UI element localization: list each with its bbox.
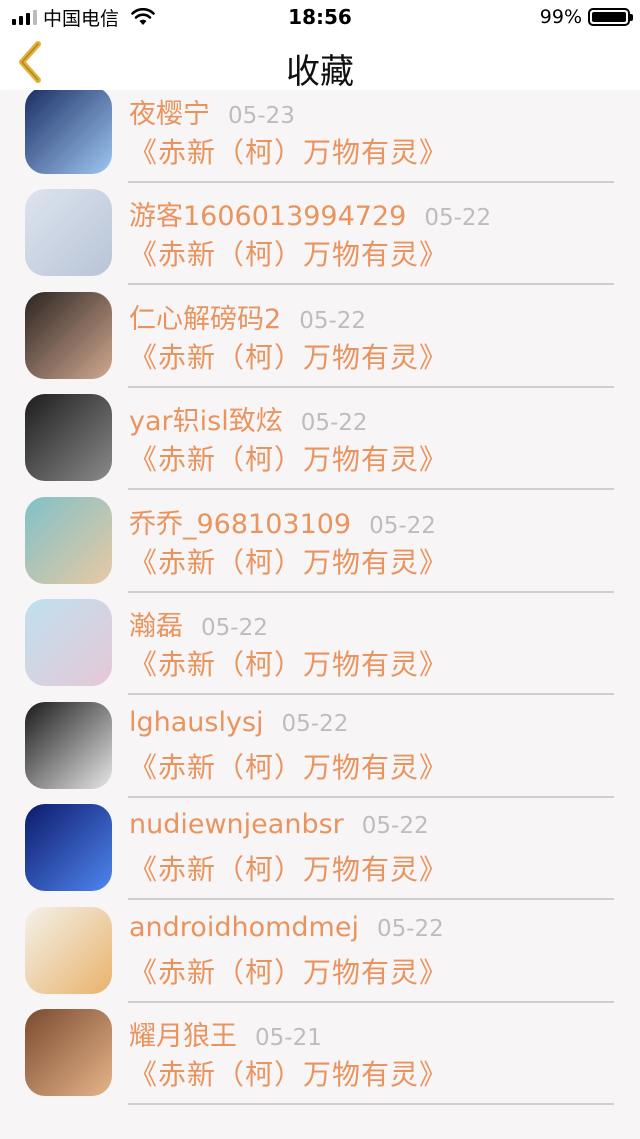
item-title[interactable]: 《赤新（柯）万物有灵》	[129, 131, 448, 171]
item-date: 05-22	[300, 410, 368, 436]
item-date: 05-22	[201, 615, 268, 641]
page-title: 收藏	[286, 52, 354, 92]
user-name[interactable]: 瀚磊	[129, 611, 183, 642]
avatar	[25, 496, 112, 584]
user-name[interactable]: lghauslysj	[129, 707, 264, 738]
item-header: lghauslysj 05-22	[129, 707, 348, 738]
avatar	[25, 291, 112, 379]
battery-icon	[588, 8, 633, 26]
user-name[interactable]: androidhomdmej	[129, 912, 359, 943]
avatar	[25, 1009, 112, 1096]
list-item[interactable]: 耀月狼王 05-21 《赤新（柯）万物有灵》	[0, 1001, 640, 1105]
list-item[interactable]: androidhomdmej 05-22 《赤新（柯）万物有灵》	[0, 899, 640, 1003]
item-header: 游客1606013994729 05-22	[129, 194, 491, 233]
user-name[interactable]: 仁心解磅码2	[129, 304, 281, 335]
row-divider	[128, 1103, 614, 1105]
item-date: 05-22	[424, 205, 492, 231]
item-header: 瀚磊 05-22	[129, 604, 268, 643]
avatar	[25, 394, 112, 481]
nav-bar: 收藏	[0, 34, 640, 92]
item-title[interactable]: 《赤新（柯）万物有灵》	[129, 336, 448, 376]
user-name[interactable]: 夜樱宁	[129, 99, 210, 130]
status-right: 99%	[539, 5, 633, 29]
avatar	[25, 906, 112, 994]
user-name[interactable]: 游客1606013994729	[129, 201, 406, 232]
item-header: 夜樱宁 05-23	[129, 92, 295, 131]
item-header: 仁心解磅码2 05-22	[129, 297, 366, 336]
avatar	[25, 189, 112, 276]
item-header: nudiewnjeanbsr 05-22	[129, 809, 429, 840]
item-date: 05-22	[299, 307, 367, 334]
item-date: 05-22	[281, 710, 349, 737]
item-date: 05-23	[228, 102, 295, 129]
item-title[interactable]: 《赤新（柯）万物有灵》	[129, 746, 448, 786]
item-title[interactable]: 《赤新（柯）万物有灵》	[129, 233, 448, 273]
item-title[interactable]: 《赤新（柯）万物有灵》	[129, 848, 448, 888]
list-item[interactable]: lghauslysj 05-22 《赤新（柯）万物有灵》	[0, 694, 640, 798]
item-title[interactable]: 《赤新（柯）万物有灵》	[129, 1053, 448, 1093]
item-title[interactable]: 《赤新（柯）万物有灵》	[129, 438, 448, 478]
list-item[interactable]: 瀚磊 05-22 《赤新（柯）万物有灵》	[0, 591, 640, 695]
avatar	[25, 804, 112, 891]
user-name[interactable]: nudiewnjeanbsr	[129, 809, 344, 840]
list-item[interactable]: 仁心解磅码2 05-22 《赤新（柯）万物有灵》	[0, 284, 640, 388]
user-name[interactable]: 耀月狼王	[129, 1021, 237, 1052]
avatar	[25, 701, 112, 789]
list-item[interactable]: yar轵isl致炫 05-22 《赤新（柯）万物有灵》	[0, 386, 640, 490]
item-date: 05-22	[369, 512, 436, 539]
item-date: 05-21	[255, 1025, 322, 1051]
list-item[interactable]: 游客1606013994729 05-22 《赤新（柯）万物有灵》	[0, 181, 640, 285]
favorites-list: 《赤新（柯）万物有灵》夜樱宁05-23《赤新（柯）万物有灵》游客16060139…	[0, 0, 640, 1139]
avatar	[25, 86, 112, 174]
user-name[interactable]: 乔乔_968103109	[129, 509, 351, 540]
list-item[interactable]: 夜樱宁 05-23 《赤新（柯）万物有灵》	[0, 79, 640, 183]
item-header: androidhomdmej 05-22	[129, 912, 444, 943]
item-title[interactable]: 《赤新（柯）万物有灵》	[129, 643, 448, 683]
list-item[interactable]: nudiewnjeanbsr 05-22 《赤新（柯）万物有灵》	[0, 796, 640, 900]
item-title[interactable]: 《赤新（柯）万物有灵》	[129, 541, 448, 581]
battery-level	[592, 12, 626, 22]
item-header: 耀月狼王 05-21	[129, 1014, 322, 1053]
battery-percent: 99%	[539, 6, 582, 28]
item-header: yar轵isl致炫 05-22	[129, 399, 368, 438]
item-title[interactable]: 《赤新（柯）万物有灵》	[129, 951, 448, 991]
list-item[interactable]: 乔乔_968103109 05-22 《赤新（柯）万物有灵》	[0, 489, 640, 593]
item-date: 05-22	[361, 813, 429, 839]
avatar	[25, 599, 112, 686]
item-date: 05-22	[376, 915, 444, 942]
user-name[interactable]: yar轵isl致炫	[129, 406, 283, 437]
item-header: 乔乔_968103109 05-22	[129, 502, 436, 541]
status-bar: 中国电信 18:56 99%	[0, 0, 640, 34]
